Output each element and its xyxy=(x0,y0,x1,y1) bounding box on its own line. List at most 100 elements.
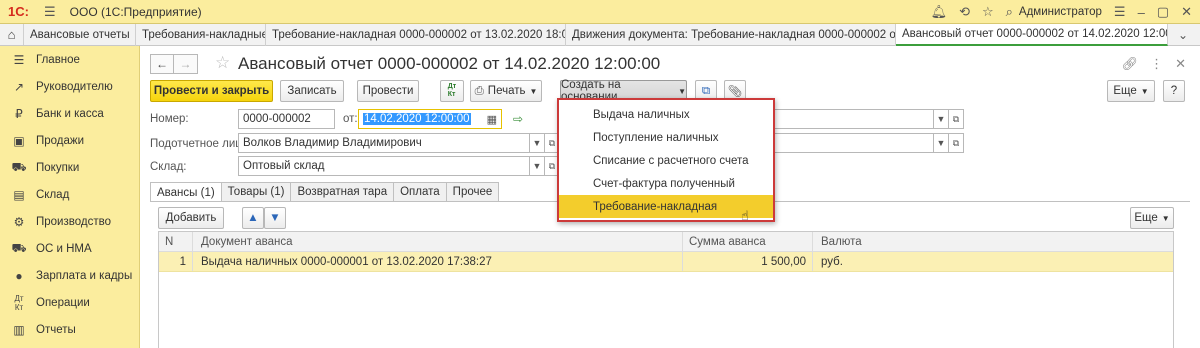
bell-icon[interactable]: 🔔︎ xyxy=(931,4,948,20)
date-field[interactable]: 14.02.2020 12:00:00 ▦ xyxy=(358,109,502,129)
advances-table: N Документ аванса Сумма аванса Валюта 1 … xyxy=(158,231,1174,348)
close-icon[interactable]: ✕ xyxy=(1181,4,1192,20)
person-icon: ● xyxy=(15,268,23,283)
tab-advance-report-doc[interactable]: Авансовый отчет 0000-000002 от 14.02.202… xyxy=(896,24,1168,46)
row-sum: 1 500,00 xyxy=(683,252,813,271)
trend-line-icon: ↗ xyxy=(13,79,25,94)
settings-menu-icon[interactable]: ☰ xyxy=(1114,4,1126,20)
sidebar-item-sales[interactable]: ▣ Продажи xyxy=(0,127,139,154)
app-title: ООО (1С:Предприятие) xyxy=(69,4,202,19)
tab-returnable-packaging[interactable]: Возвратная тара xyxy=(290,182,395,201)
person-dropdown-icon[interactable]: ▼ xyxy=(529,133,545,153)
second-right-field[interactable] xyxy=(772,133,934,153)
sidebar-item-payroll[interactable]: ● Зарплата и кадры xyxy=(0,262,139,289)
link-icon[interactable]: 🔗︎ xyxy=(1122,56,1139,72)
shopping-bag-icon: ▣ xyxy=(13,133,25,148)
tabs-more-chevron-icon[interactable]: ⌄ xyxy=(1168,24,1198,45)
forward-arrow-icon[interactable]: → xyxy=(174,54,198,74)
column-header-currency[interactable]: Валюта xyxy=(813,232,1173,251)
sidebar-item-fixed-assets[interactable]: ⛟ ОС и НМА xyxy=(0,235,139,262)
sidebar-item-warehouse[interactable]: ▤ Склад xyxy=(0,181,139,208)
favorites-star-icon[interactable]: ☆ xyxy=(982,4,994,20)
column-header-n[interactable]: N xyxy=(159,232,193,251)
sidebar-item-bank[interactable]: ₽ Банк и касса xyxy=(0,100,139,127)
create-based-on-menu: Выдача наличных Поступление наличных Спи… xyxy=(557,98,775,222)
ruble-coin-icon: ₽ xyxy=(15,106,23,121)
org-field[interactable] xyxy=(772,109,934,129)
tab-requisition-doc[interactable]: Требование-накладная 0000-000002 от 13.0… xyxy=(266,24,566,46)
menu-item-invoice-received[interactable]: Счет-фактура полученный xyxy=(559,172,773,195)
tab-advances[interactable]: Авансы (1) xyxy=(150,182,222,202)
right-open-icon[interactable]: ⧉ xyxy=(948,133,964,153)
nav-buttons: ← → xyxy=(150,54,198,74)
history-icon[interactable]: ⟲ xyxy=(959,4,970,20)
post-and-close-button[interactable]: Провести и закрыть xyxy=(150,80,273,102)
sidebar-item-reports[interactable]: ▥ Отчеты xyxy=(0,316,139,343)
back-arrow-icon[interactable]: ← xyxy=(150,54,174,74)
save-button[interactable]: Записать xyxy=(280,80,344,102)
tab-payment[interactable]: Оплата xyxy=(393,182,447,201)
more-label: Еще xyxy=(1113,85,1137,97)
org-dropdown-icon[interactable]: ▼ xyxy=(933,109,949,129)
home-icon[interactable]: ⌂ xyxy=(0,24,24,45)
help-button[interactable]: ? xyxy=(1163,80,1185,102)
warehouse-label: Склад: xyxy=(150,161,187,173)
more-button[interactable]: Еще ▼ xyxy=(1107,80,1155,102)
tab-label: Авансовый отчет 0000-000002 от 14.02.202… xyxy=(902,28,1168,40)
sidebar-item-main[interactable]: ☰ Главное xyxy=(0,46,139,73)
sidebar-item-label: Операции xyxy=(36,296,90,309)
column-header-document[interactable]: Документ аванса xyxy=(193,232,683,251)
sidebar-item-label: ОС и НМА xyxy=(36,242,92,255)
add-button[interactable]: Добавить xyxy=(158,207,224,229)
move-down-arrow-icon[interactable]: ▼ xyxy=(264,207,286,229)
form-window-tools: 🔗︎ ⋮ ✕ xyxy=(1110,56,1186,72)
sidebar-item-label: Отчеты xyxy=(36,323,76,336)
debit-credit-button-icon[interactable]: Дт Кт xyxy=(440,80,464,102)
tab-advance-reports[interactable]: Авансовые отчеты✕ xyxy=(24,24,136,46)
table-more-button[interactable]: Еще ▼ xyxy=(1130,207,1174,229)
search-icon[interactable]: ⌕ xyxy=(1006,4,1013,20)
accountable-person-field[interactable]: Волков Владимир Владимирович xyxy=(238,133,530,153)
tab-document-movements[interactable]: Движения документа: Требование-накладная… xyxy=(566,24,896,46)
dropdown-arrow-icon: ▼ xyxy=(678,86,686,96)
green-arrow-icon[interactable]: ⇨ xyxy=(513,112,523,126)
tab-label: Требование-накладная 0000-000002 от 13.0… xyxy=(272,29,566,41)
table-row[interactable]: 1 Выдача наличных 0000-000001 от 13.02.2… xyxy=(159,252,1173,272)
warehouse-dropdown-icon[interactable]: ▼ xyxy=(529,156,545,176)
restore-icon[interactable]: ▢ xyxy=(1157,4,1169,20)
debit-credit-icon: Дт Кт xyxy=(14,293,24,312)
favorite-star-icon[interactable]: ☆ xyxy=(215,53,230,73)
accountable-person-label: Подотчетное лицо: xyxy=(150,138,252,150)
minimize-icon[interactable]: – xyxy=(1138,5,1145,20)
column-header-sum[interactable]: Сумма аванса xyxy=(683,232,813,251)
dropdown-arrow-icon: ▼ xyxy=(529,86,538,96)
sidebar: ☰ Главное ↗ Руководителю ₽ Банк и касса ▣ Пр… xyxy=(0,46,140,348)
user-name[interactable]: Администратор xyxy=(1019,6,1102,18)
sidebar-item-purchases[interactable]: ⛟ Покупки xyxy=(0,154,139,181)
tab-other[interactable]: Прочее xyxy=(445,182,500,201)
sidebar-item-production[interactable]: ⚙ Производство xyxy=(0,208,139,235)
menu-item-bank-writeoff[interactable]: Списание с расчетного счета xyxy=(559,149,773,172)
menu-item-cash-receipt[interactable]: Поступление наличных xyxy=(559,126,773,149)
more-dots-icon[interactable]: ⋮ xyxy=(1150,56,1163,72)
sidebar-item-label: Покупки xyxy=(36,161,80,174)
print-button[interactable]: ⎙ Печать ▼ xyxy=(470,80,542,102)
org-open-icon[interactable]: ⧉ xyxy=(948,109,964,129)
tab-goods[interactable]: Товары (1) xyxy=(220,182,292,201)
close-form-icon[interactable]: ✕ xyxy=(1175,56,1186,72)
tab-requisitions[interactable]: Требования-накладные✕ xyxy=(136,24,266,46)
date-label: от: xyxy=(343,113,358,125)
menu-item-cash-issue[interactable]: Выдача наличных xyxy=(559,103,773,126)
move-up-arrow-icon[interactable]: ▲ xyxy=(242,207,264,229)
tab-label: Движения документа: Требование-накладная… xyxy=(572,29,896,41)
calendar-icon[interactable]: ▦ xyxy=(487,113,497,126)
right-dropdown-icon[interactable]: ▼ xyxy=(933,133,949,153)
sidebar-item-manager[interactable]: ↗ Руководителю xyxy=(0,73,139,100)
warehouse-field[interactable]: Оптовый склад xyxy=(238,156,530,176)
main-menu-icon[interactable]: ☰ xyxy=(44,4,56,20)
open-tabs-bar: ⌂ Авансовые отчеты✕ Требования-накладные… xyxy=(0,24,1200,46)
sidebar-item-operations[interactable]: Дт Кт Операции xyxy=(0,289,139,316)
bar-chart-icon: ▥ xyxy=(13,322,25,337)
number-field[interactable]: 0000-000002 xyxy=(238,109,335,129)
post-button[interactable]: Провести xyxy=(357,80,419,102)
